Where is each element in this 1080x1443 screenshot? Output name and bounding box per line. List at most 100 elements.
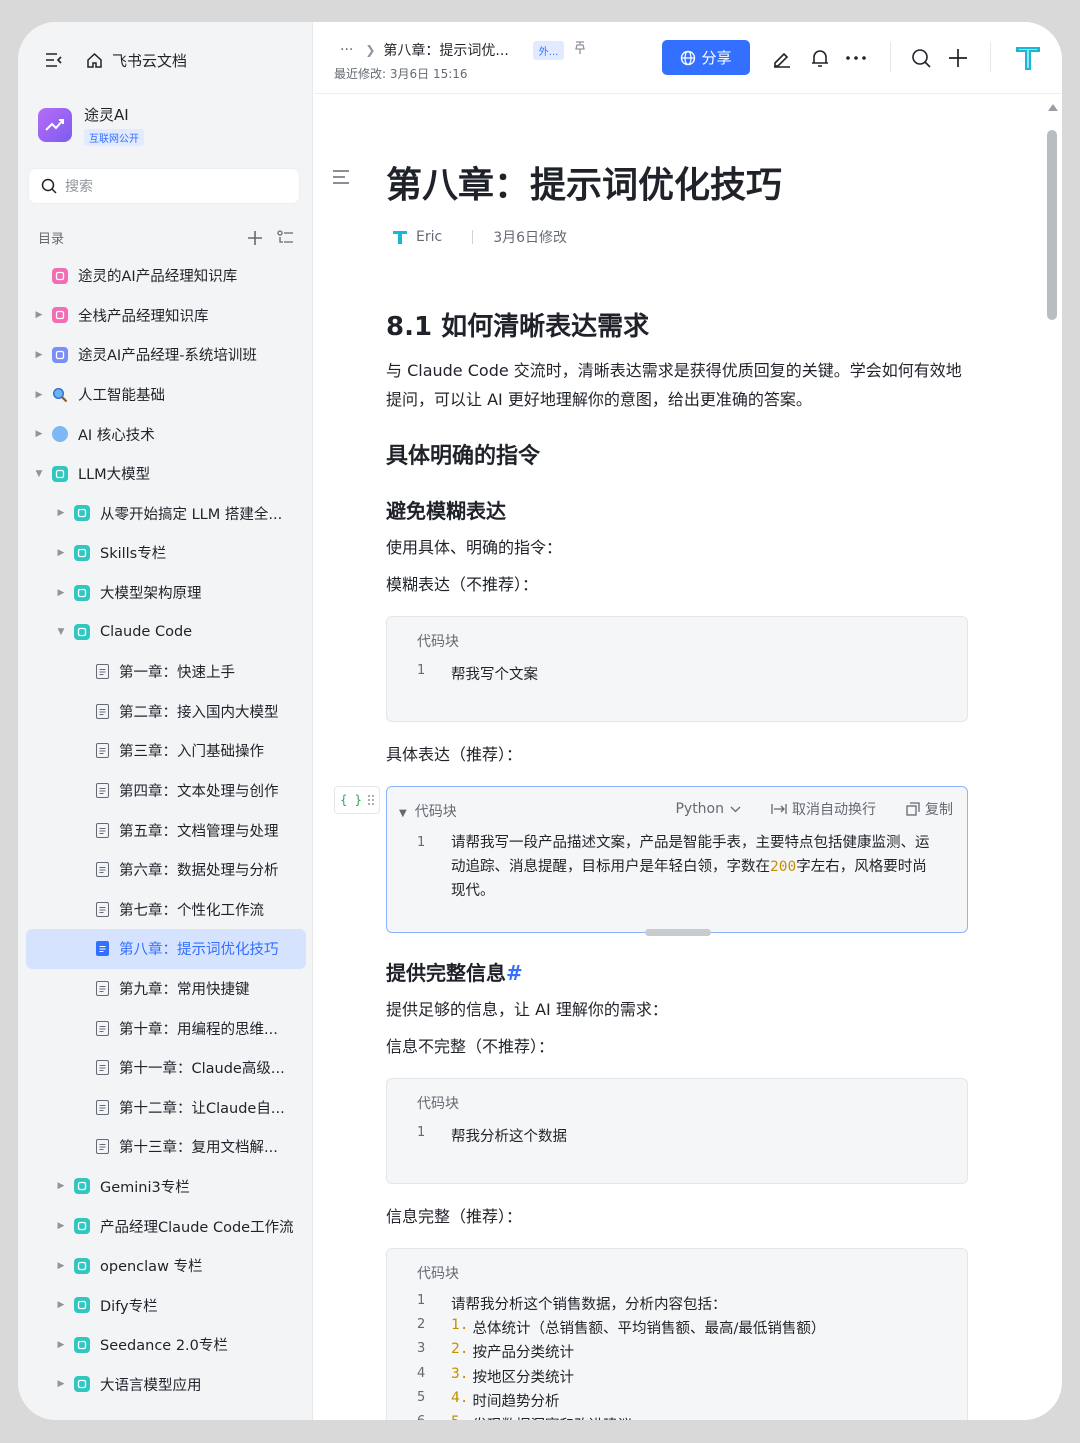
author-name[interactable]: Eric: [416, 229, 442, 245]
code-block-specific[interactable]: ▼ 代码块 Python 取消自动换行 复制 1 请帮我写一段产品描述文案，产品…: [386, 786, 968, 936]
sidebar-item-label: 第七章：个性化工作流: [119, 902, 264, 919]
code-block-label: 代码块: [417, 1096, 459, 1112]
sidebar-item[interactable]: ▶ 全栈产品经理知识库: [26, 296, 306, 336]
code-line: 2 1. 总体统计（总销售额、平均销售额、最高/最低销售额）: [417, 1317, 826, 1338]
collapse-triangle-icon[interactable]: ▼: [399, 808, 407, 819]
resize-handle[interactable]: [645, 929, 711, 936]
workspace[interactable]: 途灵AI 互联网公开: [38, 104, 144, 146]
brand-logo-icon[interactable]: [1014, 44, 1042, 76]
collapsed-arrow-icon[interactable]: ▶: [32, 390, 46, 400]
sidebar-item[interactable]: ▶ openclaw 专栏: [26, 1246, 306, 1286]
author-avatar-icon: [393, 231, 407, 244]
sidebar-item[interactable]: 第十一章：Claude高级...: [26, 1048, 306, 1088]
code-block-incomplete[interactable]: 代码块 1 帮我分析这个数据: [386, 1078, 968, 1184]
copy-button[interactable]: 复制: [906, 799, 953, 819]
sidebar-item-label: 从零开始搞定 LLM 搭建全...: [100, 506, 283, 523]
collapsed-arrow-icon[interactable]: ▶: [54, 1221, 68, 1231]
sidebar-item-label: Skills专栏: [100, 546, 167, 563]
collapsed-arrow-icon[interactable]: ▶: [54, 1340, 68, 1350]
collapsed-arrow-icon[interactable]: ▶: [54, 548, 68, 558]
collapsed-arrow-icon[interactable]: ▶: [54, 508, 68, 518]
share-button[interactable]: 分享: [662, 40, 750, 75]
document-meta: Eric 3月6日修改: [392, 227, 567, 247]
expanded-arrow-icon[interactable]: ▼: [54, 627, 68, 637]
wiki-icon: [74, 1336, 90, 1353]
external-tag[interactable]: 外...: [532, 40, 565, 60]
sidebar-item[interactable]: ▶ Gemini3专栏: [26, 1167, 306, 1207]
wiki-icon: [52, 465, 68, 482]
code-block-header: ▼ 代码块: [399, 801, 457, 821]
sidebar-item[interactable]: ▼ LLM大模型: [26, 454, 306, 494]
collapsed-arrow-icon[interactable]: ▶: [32, 310, 46, 320]
code-block-complete[interactable]: 代码块 1 请帮我分析这个销售数据，分析内容包括： 2 1. 总体统计（总销售额、平均销…: [386, 1248, 968, 1420]
collapsed-arrow-icon[interactable]: ▶: [54, 1261, 68, 1271]
collapsed-arrow-icon[interactable]: ▶: [54, 1379, 68, 1389]
sidebar-item[interactable]: 第一章：快速上手: [26, 652, 306, 692]
sidebar-item[interactable]: 第五章：文档管理与处理: [26, 810, 306, 850]
sidebar-item[interactable]: 第七章：个性化工作流: [26, 890, 306, 930]
document-icon: [96, 941, 109, 957]
more-options-icon[interactable]: [846, 56, 866, 60]
sidebar-item[interactable]: 第十三章：复用文档解...: [26, 1127, 306, 1167]
collapsed-arrow-icon[interactable]: ▶: [32, 429, 46, 439]
sidebar-item[interactable]: 第四章：文本处理与创作: [26, 771, 306, 811]
block-handle[interactable]: { }: [334, 786, 380, 814]
sidebar-item[interactable]: 途灵的AI产品经理知识库: [26, 256, 306, 296]
pin-icon[interactable]: [574, 41, 586, 59]
document-icon: [96, 743, 109, 759]
sidebar-item[interactable]: 第十章：用编程的思维...: [26, 1008, 306, 1048]
code-text: 按地区分类统计: [472, 1369, 574, 1386]
scrollbar[interactable]: [1046, 104, 1058, 1404]
sidebar-item-label: Dify专栏: [100, 1298, 158, 1315]
collapsed-arrow-icon[interactable]: ▶: [54, 1181, 68, 1191]
sidebar-item[interactable]: 第三章：入门基础操作: [26, 731, 306, 771]
sidebar-item[interactable]: ▶ 途灵AI产品经理-系统培训班: [26, 335, 306, 375]
sidebar-item[interactable]: ▶ 产品经理Claude Code工作流: [26, 1206, 306, 1246]
sidebar-item[interactable]: ▶ AI 核心技术: [26, 414, 306, 454]
expanded-arrow-icon[interactable]: ▼: [32, 469, 46, 479]
sidebar-item[interactable]: 第九章：常用快捷键: [26, 969, 306, 1009]
edit-icon[interactable]: [772, 48, 792, 68]
outline-icon[interactable]: [332, 170, 350, 184]
language-select[interactable]: Python: [675, 801, 741, 817]
code-block-label: 代码块: [414, 804, 457, 820]
sidebar-item[interactable]: ▶ Dify专栏: [26, 1285, 306, 1325]
sidebar-item[interactable]: ▶ 人工智能基础: [26, 375, 306, 415]
scroll-up-icon[interactable]: [1048, 104, 1058, 111]
document-title[interactable]: 第八章：提示词优化技巧: [386, 156, 782, 208]
collapsed-arrow-icon[interactable]: ▶: [54, 1300, 68, 1310]
sidebar-item[interactable]: 第八章：提示词优化技巧: [26, 929, 306, 969]
sidebar-item[interactable]: ▶ 大模型架构原理: [26, 573, 306, 613]
collapse-sidebar-icon[interactable]: [44, 50, 64, 70]
collapsed-arrow-icon[interactable]: ▶: [54, 588, 68, 598]
sidebar-item[interactable]: 第六章：数据处理与分析: [26, 850, 306, 890]
last-modified: 最近修改: 3月6日 15:16: [334, 67, 468, 81]
wrap-label: 取消自动换行: [792, 802, 876, 818]
sidebar-item[interactable]: ▶ 从零开始搞定 LLM 搭建全...: [26, 494, 306, 534]
sidebar-item[interactable]: ▶ Seedance 2.0专栏: [26, 1325, 306, 1365]
sidebar-item[interactable]: 第二章：接入国内大模型: [26, 692, 306, 732]
sidebar-item[interactable]: ▶ 大语言模型应用: [26, 1365, 306, 1405]
drag-handle-icon[interactable]: [367, 795, 374, 805]
sidebar-item-label: Claude Code: [100, 624, 193, 641]
toggle-wrap-button[interactable]: 取消自动换行: [771, 799, 876, 819]
breadcrumb-more-button[interactable]: ···: [340, 42, 353, 58]
scroll-thumb[interactable]: [1047, 130, 1057, 320]
create-icon[interactable]: [948, 48, 968, 68]
code-block-vague[interactable]: 代码块 1 帮我写个文案: [386, 616, 968, 722]
toc-view-icon[interactable]: [277, 230, 294, 245]
sidebar-item-label: 全栈产品经理知识库: [78, 308, 209, 325]
sidebar-item[interactable]: ▼ Claude Code: [26, 612, 306, 652]
search-doc-icon[interactable]: [911, 48, 931, 68]
sidebar-item[interactable]: ▶ Skills专栏: [26, 533, 306, 573]
app-name[interactable]: 飞书云文档: [112, 50, 187, 71]
copy-label: 复制: [925, 802, 953, 818]
breadcrumb-current[interactable]: 第八章：提示词优...: [383, 40, 508, 60]
bell-icon[interactable]: [810, 48, 830, 68]
collapsed-arrow-icon[interactable]: ▶: [32, 350, 46, 360]
add-icon[interactable]: [247, 230, 263, 246]
home-icon[interactable]: [84, 50, 104, 70]
sidebar-item[interactable]: 第十二章：让Claude自...: [26, 1087, 306, 1127]
search-input[interactable]: 搜索: [28, 168, 300, 204]
app-window: 飞书云文档 途灵AI 互联网公开 搜索 目录 途灵的AI产品经理知识库 ▶ 全栈…: [18, 22, 1062, 1420]
